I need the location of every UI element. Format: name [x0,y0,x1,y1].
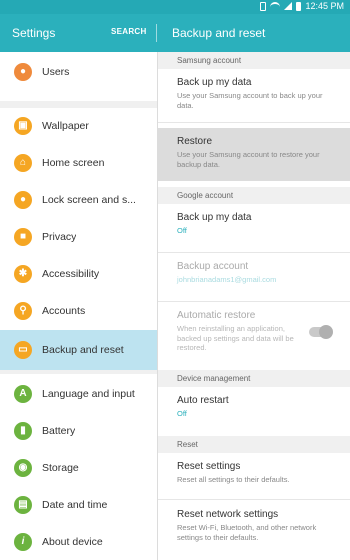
sidebar-item-users[interactable]: ● Users [0,54,157,91]
backup-and-reset-panel: Samsung account Back up my data Use your… [157,52,350,560]
sidebar-item-home-screen[interactable]: ⌂ Home screen [0,145,157,182]
sidebar-item-about-device[interactable]: i About device [0,524,157,560]
home-icon: ⌂ [14,154,32,172]
pref-title: Back up my data [177,77,252,88]
sidebar-item-label: Date and time [42,499,108,511]
key-icon: ⚲ [14,302,32,320]
sidebar-item-label: Wallpaper [42,120,89,132]
sidebar-item-accessibility[interactable]: ✱ Accessibility [0,256,157,293]
reset-network-settings[interactable]: Reset network settings Reset Wi-Fi, Blue… [158,501,350,560]
sidebar-item-label: Home screen [42,157,105,169]
pref-title: Reset settings [177,461,241,472]
detail-title: Backup and reset [172,26,266,40]
app-bar-divider [156,24,157,42]
google-backup-account[interactable]: Backup account johnbrianadams1@gmail.com [158,253,350,299]
section-header-device-management: Device management [158,370,350,387]
wifi-icon [270,2,281,10]
signal-icon [284,2,293,10]
vibrate-icon [260,1,267,11]
pref-subtitle: johnbrianadams1@gmail.com [177,275,277,284]
language-icon: A [14,385,32,403]
pref-title: Back up my data [177,212,252,223]
auto-restart[interactable]: Auto restart Off [158,387,350,433]
nav-group-personal: ▣ Wallpaper ⌂ Home screen ● Lock screen … [0,108,157,370]
pref-subtitle: Use your Samsung account to back up your… [177,91,323,110]
samsung-backup-my-data[interactable]: Back up my data Use your Samsung account… [158,69,350,122]
pref-title: Auto restart [177,395,229,406]
sidebar-item-label: Lock screen and s... [42,194,136,206]
pref-title: Backup account [177,261,249,272]
section-header-reset: Reset [158,436,350,453]
info-icon: i [14,533,32,551]
sidebar-item-language-and-input[interactable]: A Language and input [0,376,157,413]
sidebar-item-label: Users [42,66,70,78]
search-button[interactable]: SEARCH [111,27,147,36]
sidebar-item-label: Accounts [42,305,86,317]
sidebar-item-label: Storage [42,462,79,474]
automatic-restore-toggle[interactable] [309,325,333,339]
pref-title: Reset network settings [177,509,279,520]
accessibility-icon: ✱ [14,265,32,283]
status-icons: 12:45 PM [260,1,344,11]
sidebar-item-label: Accessibility [42,268,100,280]
divider [158,499,350,500]
storage-icon: ◉ [14,459,32,477]
pref-subtitle: Off [177,409,187,418]
pref-subtitle: Reset all settings to their defaults. [177,475,290,484]
google-automatic-restore[interactable]: Automatic restore When reinstalling an a… [158,302,350,364]
section-header-google-account: Google account [158,187,350,204]
pref-subtitle: When reinstalling an application, backed… [177,324,294,352]
pref-subtitle: Off [177,226,187,235]
sidebar-item-accounts[interactable]: ⚲ Accounts [0,293,157,330]
status-time: 12:45 PM [305,1,344,11]
samsung-restore[interactable]: Restore Use your Samsung account to rest… [158,128,350,181]
divider [158,122,350,123]
sidebar-item-battery[interactable]: ▮ Battery [0,413,157,450]
pref-subtitle: Reset Wi-Fi, Bluetooth, and other networ… [177,523,317,542]
status-bar: 12:45 PM [0,0,350,14]
privacy-icon: ■ [14,228,32,246]
pref-subtitle: Use your Samsung account to restore your… [177,150,320,169]
backup-icon: ▭ [14,341,32,359]
sidebar-item-label: Backup and reset [42,344,124,356]
sidebar-item-backup-and-reset[interactable]: ▭ Backup and reset [0,330,157,370]
sidebar-item-date-and-time[interactable]: ▤ Date and time [0,487,157,524]
nav-group-users: ● Users [0,52,157,101]
users-icon: ● [14,63,32,81]
pref-title: Restore [177,136,213,147]
settings-nav: ● Users ▣ Wallpaper ⌂ Home screen ● Lock… [0,52,157,560]
sidebar-item-privacy[interactable]: ■ Privacy [0,219,157,256]
google-backup-my-data[interactable]: Back up my data Off [158,204,350,250]
sidebar-item-label: About device [42,536,103,548]
sidebar-item-wallpaper[interactable]: ▣ Wallpaper [0,108,157,145]
toggle-knob [319,325,333,339]
lock-icon: ● [14,191,32,209]
page-title: Settings [12,26,56,40]
nav-group-system: A Language and input ▮ Battery ◉ Storage… [0,374,157,560]
pref-title: Automatic restore [177,310,256,321]
date-time-icon: ▤ [14,496,32,514]
sidebar-item-label: Privacy [42,231,77,243]
sidebar-item-lock-screen[interactable]: ● Lock screen and s... [0,182,157,219]
app-bar: Settings SEARCH Backup and reset [0,14,350,52]
sidebar-item-label: Battery [42,425,76,437]
battery-status-icon [296,1,302,11]
section-header-samsung-account: Samsung account [158,52,350,69]
wallpaper-icon: ▣ [14,117,32,135]
sidebar-item-label: Language and input [42,388,135,400]
sidebar-item-storage[interactable]: ◉ Storage [0,450,157,487]
reset-settings[interactable]: Reset settings Reset all settings to the… [158,453,350,497]
battery-icon: ▮ [14,422,32,440]
